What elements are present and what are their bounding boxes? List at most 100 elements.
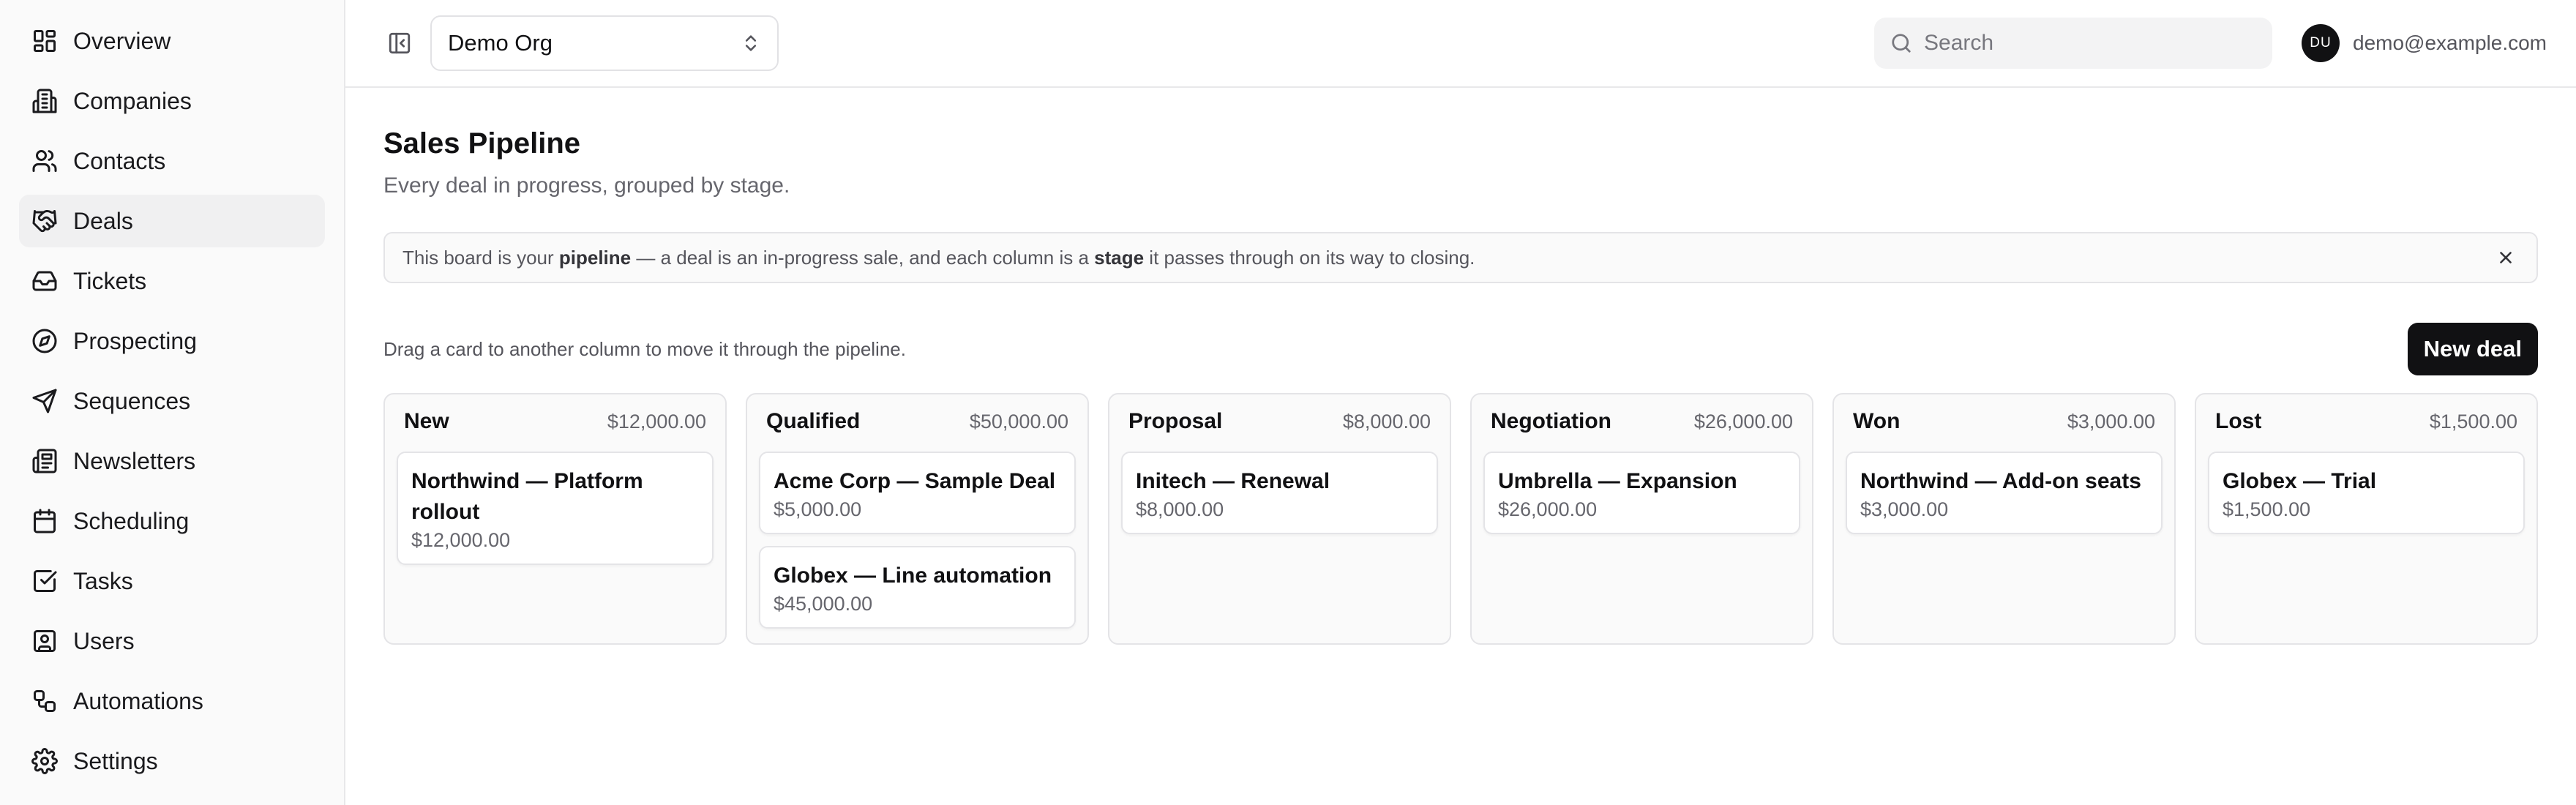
stage-column-negotiation[interactable]: Negotiation $26,000.00 Umbrella — Expans… [1470,393,1813,645]
sidebar-item-scheduling[interactable]: Scheduling [19,495,325,547]
column-header: Proposal $8,000.00 [1121,409,1438,438]
stage-column-lost[interactable]: Lost $1,500.00 Globex — Trial $1,500.00 [2195,393,2538,645]
user-email: demo@example.com [2353,31,2547,54]
deal-card[interactable]: Umbrella — Expansion $26,000.00 [1483,452,1800,534]
sidebar-item-tasks[interactable]: Tasks [19,555,325,607]
sidebar-item-label: Users [73,628,135,654]
deal-title: Northwind — Platform rollout [411,469,643,524]
deal-title: Globex — Trial [2223,469,2377,493]
sidebar-item-label: Newsletters [73,448,196,474]
sidebar-toggle-button[interactable] [383,27,416,59]
sidebar: Overview Companies Contacts Deals Ticket… [0,0,345,805]
page-title: Sales Pipeline [383,127,581,160]
stage-name: Negotiation [1491,409,1611,433]
sidebar-item-sequences[interactable]: Sequences [19,375,325,427]
panel-left-icon [389,32,411,54]
deal-card[interactable]: Northwind — Add-on seats $3,000.00 [1846,452,2163,534]
deal-card[interactable]: Acme Corp — Sample Deal $5,000.00 [759,452,1076,534]
stage-total: $1,500.00 [2429,411,2517,433]
page-content: Sales Pipeline Every deal in progress, g… [345,88,2576,645]
new-deal-button[interactable]: New deal [2407,323,2538,375]
avatar[interactable]: DU [2302,24,2340,62]
sidebar-item-label: Companies [73,88,192,114]
stage-total: $3,000.00 [2067,411,2155,433]
deal-card[interactable]: Northwind — Platform rollout $12,000.00 [397,452,714,565]
deal-title: Globex — Line automation [774,564,1052,588]
checkbox-icon [31,567,59,595]
search-icon [1892,34,1911,53]
sidebar-item-deals[interactable]: Deals [19,195,325,247]
sidebar-item-label: Tickets [73,268,147,294]
stage-name: Proposal [1128,409,1223,433]
stage-total: $8,000.00 [1342,411,1431,433]
newspaper-icon [31,447,59,475]
sidebar-item-label: Prospecting [73,328,197,354]
page-subtitle: Every deal in progress, grouped by stage… [383,173,790,198]
sidebar-item-label: Overview [73,28,171,54]
deal-amount: $5,000.00 [774,498,862,520]
deal-title: Umbrella — Expansion [1498,469,1737,493]
sidebar-item-tickets[interactable]: Tickets [19,255,325,307]
sidebar-item-prospecting[interactable]: Prospecting [19,315,325,367]
compass-icon [31,327,59,355]
column-header: New $12,000.00 [397,409,714,438]
deal-amount: $8,000.00 [1136,498,1224,520]
deal-amount: $26,000.00 [1498,498,1598,520]
grid-icon [31,27,59,55]
org-selector-value: Demo Org [448,30,553,56]
stage-column-won[interactable]: Won $3,000.00 Northwind — Add-on seats $… [1832,393,2176,645]
deal-amount: $12,000.00 [411,529,511,551]
stage-column-qualified[interactable]: Qualified $50,000.00 Acme Corp — Sample … [746,393,1089,645]
sidebar-item-label: Deals [73,208,133,234]
sidebar-item-companies[interactable]: Companies [19,75,325,127]
deal-title: Initech — Renewal [1136,469,1330,493]
sidebar-item-label: Sequences [73,388,191,414]
banner-close-button[interactable] [2493,244,2519,271]
sidebar-item-overview[interactable]: Overview [19,15,325,67]
banner-text: This board is your pipeline — a deal is … [402,246,1475,269]
hint-row: Drag a card to another column to move it… [383,323,2538,375]
deal-amount: $3,000.00 [1860,498,1949,520]
handshake-icon [31,207,59,235]
org-selector[interactable]: Demo Org [430,15,779,71]
workflow-icon [31,687,59,715]
info-banner: This board is your pipeline — a deal is … [383,232,2538,283]
deal-card[interactable]: Initech — Renewal $8,000.00 [1121,452,1438,534]
calendar-icon [31,507,59,535]
deal-amount: $45,000.00 [774,593,873,615]
deal-amount: $1,500.00 [2223,498,2311,520]
stage-total: $50,000.00 [969,411,1068,433]
stage-name: Won [1853,409,1901,433]
stage-name: New [404,409,449,433]
sidebar-item-newsletters[interactable]: Newsletters [19,435,325,487]
inbox-icon [31,267,59,295]
stage-name: Lost [2215,409,2262,433]
building-icon [31,87,59,115]
close-icon [2500,252,2512,263]
app-shell: Overview Companies Contacts Deals Ticket… [0,0,2576,805]
sidebar-item-label: Settings [73,748,158,774]
users-icon [31,147,59,175]
column-header: Lost $1,500.00 [2208,409,2525,438]
column-header: Qualified $50,000.00 [759,409,1076,438]
stage-column-new[interactable]: New $12,000.00 Northwind — Platform roll… [383,393,727,645]
chevrons-up-down-icon [745,35,757,51]
stage-total: $26,000.00 [1693,411,1793,433]
sidebar-item-label: Automations [73,688,203,714]
drag-hint: Drag a card to another column to move it… [383,337,906,360]
pipeline-board: New $12,000.00 Northwind — Platform roll… [383,393,2538,645]
sidebar-item-users[interactable]: Users [19,615,325,667]
search-box[interactable] [1874,18,2273,69]
deal-card[interactable]: Globex — Trial $1,500.00 [2208,452,2525,534]
sidebar-item-settings[interactable]: Settings [19,735,325,787]
stage-column-proposal[interactable]: Proposal $8,000.00 Initech — Renewal $8,… [1108,393,1451,645]
deal-card[interactable]: Globex — Line automation $45,000.00 [759,546,1076,629]
send-icon [31,387,59,415]
user-square-icon [31,627,59,655]
sidebar-item-automations[interactable]: Automations [19,675,325,727]
sidebar-item-label: Contacts [73,148,166,174]
sidebar-item-contacts[interactable]: Contacts [19,135,325,187]
search-input[interactable] [1924,31,2247,56]
gear-icon [31,747,59,775]
topbar: Demo Org DU demo@example.com [345,0,2576,88]
